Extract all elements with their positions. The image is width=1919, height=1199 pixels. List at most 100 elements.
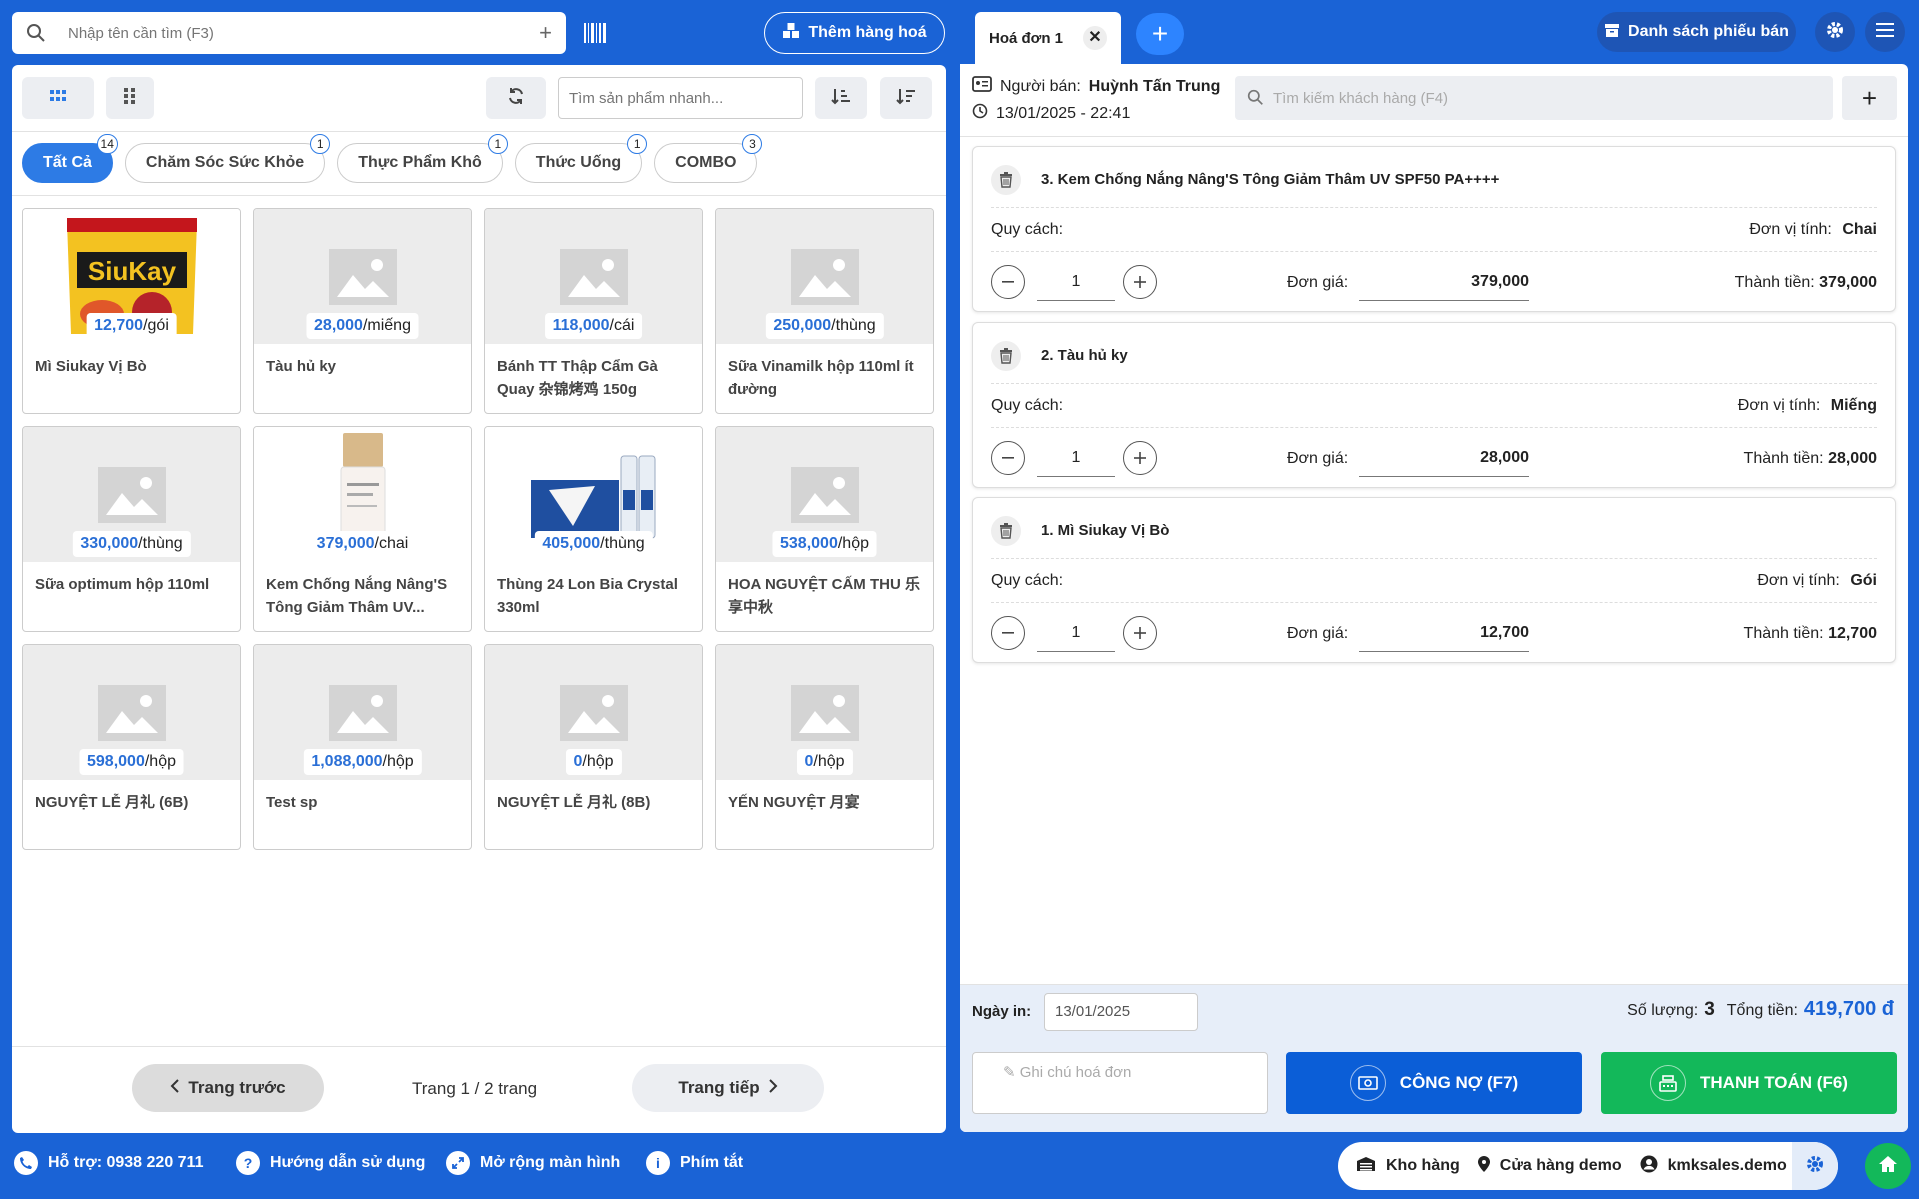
customer-search[interactable]: Tìm kiếm khách hàng (F4) (1235, 76, 1833, 120)
plus-icon[interactable]: + (539, 20, 552, 46)
product-price: 405,000/thùng (534, 531, 653, 557)
trash-icon[interactable] (991, 341, 1021, 371)
sort-descending-icon (896, 87, 916, 110)
add-goods-button[interactable]: Thêm hàng hoá (764, 12, 945, 54)
print-date-input[interactable]: 13/01/2025 (1044, 993, 1198, 1031)
decrease-quantity-button[interactable] (991, 616, 1025, 650)
item-unit: Đơn vị tính: Chai (1749, 221, 1877, 239)
previous-page-button[interactable]: Trang trước (132, 1064, 324, 1112)
product-price: 379,000/chai (308, 531, 417, 557)
product-name: Test sp (266, 794, 318, 811)
next-page-button[interactable]: Trang tiếp (632, 1064, 824, 1112)
add-customer-button[interactable]: + (1842, 76, 1897, 120)
price-unit: /hộp (837, 535, 869, 552)
quantity-input[interactable]: 1 (1037, 265, 1115, 301)
product-card[interactable]: 1,088,000/hộp Test sp (253, 644, 472, 850)
unit-price-input[interactable]: 12,700 (1359, 616, 1529, 652)
settings-button[interactable] (1815, 12, 1855, 52)
category-label: Chăm Sóc Sức Khỏe (145, 154, 305, 171)
decrease-quantity-button[interactable] (991, 265, 1025, 299)
product-card[interactable]: 405,000/thùng Thùng 24 Lon Bia Crystal 33… (484, 426, 703, 632)
checkout-button[interactable]: THANH TOÁN (F6) (1601, 1052, 1897, 1114)
trash-icon[interactable] (991, 516, 1021, 546)
trash-icon[interactable] (991, 165, 1021, 195)
account-label[interactable]: kmksales.demo (1668, 1157, 1787, 1175)
category-tabs: Tất Cả 14 Chăm Sóc Sức Khỏe 1 Thực Phẩm … (22, 134, 763, 193)
quantity-input[interactable]: 1 (1037, 441, 1115, 477)
support-hotline[interactable]: Hỗ trợ: 0938 220 711 (14, 1151, 203, 1175)
invoice-tab[interactable]: Hoá đơn 1 ✕ (975, 12, 1121, 64)
increase-quantity-button[interactable] (1123, 441, 1157, 475)
store-label[interactable]: Cửa hàng demo (1500, 1157, 1622, 1175)
item-title: 3. Kem Chống Nắng Nâng'S Tông Giảm Thâm … (1041, 171, 1500, 188)
clock-icon (972, 103, 988, 124)
guide-label: Hướng dẫn sử dụng (270, 1154, 426, 1171)
product-card[interactable]: 330,000/thùng Sữa optimum hộp 110ml (22, 426, 241, 632)
search-icon (26, 23, 46, 48)
category-tab-combo[interactable]: COMBO 3 (654, 134, 763, 183)
product-name: Bánh TT Thập Cẩm Gà Quay 杂锦烤鸡 150g (497, 358, 658, 398)
info-icon: i (646, 1151, 670, 1175)
unit-price-input[interactable]: 379,000 (1359, 265, 1529, 301)
product-card[interactable]: 250,000/thùng Sữa Vinamilk hộp 110ml ít đ… (715, 208, 934, 414)
unit-value: Gói (1850, 572, 1877, 589)
product-card[interactable]: 598,000/hộp NGUYỆT LỄ 月礼 (6B) (22, 644, 241, 850)
category-tab-health-care[interactable]: Chăm Sóc Sức Khỏe 1 (124, 134, 331, 183)
invoice-summary: Số lượng: 3 Tổng tiền: 419,700 đ (1627, 998, 1894, 1021)
invoice-note-input[interactable]: ✎ Ghi chú hoá đơn (972, 1052, 1268, 1114)
product-price: 1,088,000/hộp (303, 749, 422, 775)
unit-price-input[interactable]: 28,000 (1359, 441, 1529, 477)
product-card[interactable]: 0/hộp NGUYỆT LỄ 月礼 (8B) (484, 644, 703, 850)
product-card[interactable]: 118,000/cái Bánh TT Thập Cẩm Gà Quay 杂锦烤鸡… (484, 208, 703, 414)
sales-list-button[interactable]: Danh sách phiếu bán (1597, 12, 1796, 52)
product-price: 330,000/thùng (72, 531, 191, 557)
product-card[interactable]: 538,000/hộp HOA NGUYỆT CẤM THU 乐享中秋 (715, 426, 934, 632)
item-unit: Đơn vị tính: Gói (1757, 572, 1877, 590)
category-tab-drinks[interactable]: Thức Uống 1 (514, 134, 648, 183)
sort-ascending-button[interactable] (815, 77, 867, 119)
price-value: 1,088,000 (311, 753, 383, 770)
menu-button[interactable] (1865, 12, 1905, 52)
grid-large-icon (124, 87, 136, 109)
grid-large-view-button[interactable] (106, 77, 154, 119)
product-name: NGUYỆT LỄ 月礼 (8B) (497, 794, 651, 811)
store-settings-button[interactable] (1792, 1142, 1838, 1190)
quick-product-search[interactable] (558, 77, 803, 119)
increase-quantity-button[interactable] (1123, 616, 1157, 650)
line-total-label: Thành tiền: (1743, 625, 1824, 642)
product-name: Sữa optimum hộp 110ml (35, 576, 210, 593)
increase-quantity-button[interactable] (1123, 265, 1157, 299)
price-unit: /hộp (582, 753, 614, 770)
category-tab-all[interactable]: Tất Cả 14 (22, 134, 118, 183)
quantity-input[interactable]: 1 (1037, 616, 1115, 652)
warehouse-label[interactable]: Kho hàng (1386, 1157, 1460, 1175)
product-search-bar[interactable]: + (12, 12, 566, 54)
product-search-input[interactable] (68, 12, 508, 54)
shortcuts-link[interactable]: i Phím tắt (646, 1151, 743, 1175)
quantity-label: Số lượng: (1627, 1002, 1699, 1019)
seller-name: Huỳnh Tấn Trung (1088, 77, 1221, 95)
home-button[interactable] (1865, 1143, 1911, 1189)
sort-descending-button[interactable] (880, 77, 932, 119)
product-card[interactable]: 0/hộp YẾN NGUYỆT 月宴 (715, 644, 934, 850)
barcode-icon[interactable] (582, 20, 608, 46)
product-card[interactable]: 379,000/chai Kem Chống Nắng Nâng'S Tông G… (253, 426, 472, 632)
product-card[interactable]: 28,000/miếng Tàu hủ ky (253, 208, 472, 414)
price-value: 330,000 (80, 535, 139, 552)
grid-view-button[interactable] (22, 77, 94, 119)
fullscreen-toggle[interactable]: Mở rộng màn hình (446, 1151, 620, 1175)
debt-button[interactable]: CÔNG NỢ (F7) (1286, 1052, 1582, 1114)
plus-icon: + (1151, 18, 1169, 49)
close-icon[interactable]: ✕ (1083, 26, 1107, 50)
product-card[interactable]: SiuKay 12,700/gói Mì Siukay Vị Bò (22, 208, 241, 414)
add-invoice-tab-button[interactable]: + (1136, 13, 1184, 55)
refresh-button[interactable] (486, 77, 546, 119)
user-guide-link[interactable]: ? Hướng dẫn sử dụng (236, 1151, 425, 1175)
category-tab-dry-food[interactable]: Thực Phẩm Khô 1 (337, 134, 508, 183)
decrease-quantity-button[interactable] (991, 441, 1025, 475)
category-count-badge: 1 (627, 134, 648, 154)
product-name: HOA NGUYỆT CẤM THU 乐享中秋 (728, 576, 920, 616)
invoice-line-item: 2. Tàu hủ ky Quy cách: Đơn vị tính: Miếng 1… (972, 322, 1896, 488)
category-label: Thức Uống (535, 154, 622, 171)
unit-label: Đơn vị tính: (1749, 221, 1832, 238)
